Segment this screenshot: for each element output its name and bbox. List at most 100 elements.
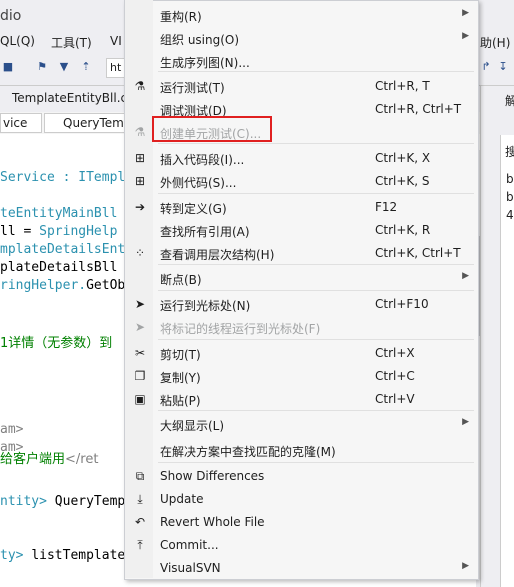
menu-item-shortcut: Ctrl+C [375,369,415,383]
window-title: dio [0,8,22,24]
menu-item-shortcut: F12 [375,200,398,214]
solution-explorer-tab[interactable]: 解 [505,92,514,109]
menu-item-label: 复制(Y) [160,371,201,385]
menu-item-shortcut: Ctrl+K, X [375,151,431,165]
menu-item-label: 断点(B) [160,273,202,287]
context-menu-item[interactable]: ⊞ 插入代码段(I)... Ctrl+K, X [125,146,477,169]
run-flagged-threads-icon: ➤ [134,320,146,334]
run-to-cursor-icon: ➤ [134,297,146,311]
menu-item-label: 查看调用层次结构(H) [160,248,275,262]
menu-item-label: 将标记的线程运行到光标处(F) [160,322,321,336]
menu-item-label: 查找所有引用(A) [160,225,250,239]
menu-separator [158,143,474,144]
menu-item-shortcut: Ctrl+X [375,346,415,360]
context-menu-item[interactable]: ✂ 剪切(T) Ctrl+X [125,341,477,364]
menu-separator [158,339,474,340]
menu-item-label: 生成序列图(N)... [160,56,250,70]
menu-item-label: 转到定义(G) [160,202,227,216]
update-icon: ⤓ [137,492,143,506]
context-menu-item[interactable]: ⤓ Update [125,487,477,510]
solution-explorer-search[interactable]: 搜 [505,143,514,160]
attach-icon[interactable]: ⚑ [36,61,48,73]
run-tests-icon: ⚗ [134,79,146,93]
menu-item-shortcut: Ctrl+F10 [375,297,429,311]
menu-item-shortcut: Ctrl+K, Ctrl+T [375,246,461,260]
bookmark-icon[interactable]: ▼ [58,61,70,73]
code-line: ntity> QueryTemp [0,494,126,509]
menu-item-shortcut: Ctrl+R, Ctrl+T [375,102,462,116]
code-line: Service : ITempl [0,170,126,185]
menu-sql[interactable]: QL(Q) [0,34,35,48]
commit-icon: ⤒ [137,538,143,552]
arrow-icon[interactable]: ↧ [497,61,509,73]
menu-item-label: Show Differences [160,469,265,483]
code-line: 给客户端用</ret [0,452,99,467]
context-menu-item[interactable]: 断点(B) ▶ [125,266,477,289]
context-menu-item[interactable]: ➤ 运行到光标处(N) Ctrl+F10 [125,292,477,315]
go-to-definition-icon: ➔ [134,200,146,214]
menu-item-label: 重构(R) [160,10,202,24]
menu-item-label: Update [160,492,204,506]
menu-item-shortcut: Ctrl+K, R [375,223,431,237]
code-line: teEntityMainBll [0,206,118,221]
context-menu-item[interactable]: ➔ 转到定义(G) F12 [125,195,477,218]
menu-vi[interactable]: VI [110,34,122,48]
menu-item-shortcut: Ctrl+V [375,392,415,406]
context-menu-item[interactable]: 查找所有引用(A) Ctrl+K, R [125,218,477,241]
submenu-arrow-icon: ▶ [462,31,469,41]
menu-item-label: 插入代码段(I)... [160,153,245,167]
submenu-arrow-icon: ▶ [462,417,469,427]
type-dropdown[interactable]: vice [0,113,42,133]
menu-separator [158,290,474,291]
menu-item-label: 运行到光标处(N) [160,299,251,313]
context-menu-item[interactable]: 生成序列图(N)... [125,49,477,72]
context-menu-item[interactable]: ↶ Revert Whole File [125,510,477,533]
menu-tools[interactable]: 工具(T) [51,34,92,51]
code-line: ringHelper.GetOb [0,278,126,293]
context-menu-item[interactable]: ⧉ Show Differences [125,464,477,487]
redo-icon[interactable]: ↱ [480,61,492,73]
scissors-icon: ✂ [134,346,146,360]
menu-separator [158,71,474,72]
call-hierarchy-icon: ⁘ [134,246,146,260]
code-line: ty> listTemplate [0,548,126,563]
copy-icon: ❐ [134,369,146,383]
tree-item[interactable]: 4 [506,208,514,222]
menu-separator [158,264,474,265]
context-menu-item[interactable]: ▣ 粘贴(P) Ctrl+V [125,387,477,410]
context-menu-item[interactable]: ⤒ Commit... [125,533,477,556]
submenu-arrow-icon: ▶ [462,8,469,18]
submenu-arrow-icon: ▶ [462,561,469,571]
menu-help[interactable]: 助(H) [480,34,510,51]
context-menu-item[interactable]: 组织 using(O) ▶ [125,26,477,49]
surround-with-icon: ⊞ [134,174,146,188]
document-tab[interactable]: TemplateEntityBll.c [0,88,139,111]
menu-separator [158,410,474,411]
revert-icon: ↶ [134,515,146,529]
menu-separator [158,462,474,463]
context-menu-item[interactable]: 大纲显示(L) ▶ [125,412,477,435]
tree-item[interactable]: b [506,172,514,186]
context-menu-item[interactable]: ⁘ 查看调用层次结构(H) Ctrl+K, Ctrl+T [125,241,477,264]
menu-item-label: 剪切(T) [160,348,201,362]
menu-separator [158,193,474,194]
show-differences-icon: ⧉ [135,469,145,483]
context-menu-item[interactable]: 在解决方案中查找匹配的克隆(M) [125,438,477,461]
context-menu-item[interactable]: ⊞ 外侧代码(S)... Ctrl+K, S [125,169,477,192]
context-menu-item[interactable]: 重构(R) ▶ [125,3,477,26]
context-menu-item[interactable]: ❐ 复制(Y) Ctrl+C [125,364,477,387]
code-line: plateDetailsBll [0,260,118,275]
code-line: mplateDetailsEnt [0,242,126,257]
toolbar-icon[interactable]: ■ [2,61,14,73]
submenu-arrow-icon: ▶ [462,271,469,281]
menu-item-label: Revert Whole File [160,515,265,529]
menu-item-label: 大纲显示(L) [160,419,225,433]
code-line: 1详情（无参数）到 [0,336,113,351]
menu-item-label: 组织 using(O) [160,33,240,47]
menu-item-label: VisualSVN [160,561,221,575]
context-menu-item[interactable]: ⚗ 运行测试(T) Ctrl+R, T [125,74,477,97]
menu-item-shortcut: Ctrl+R, T [375,79,430,93]
tree-item[interactable]: b [506,190,514,204]
context-menu-item[interactable]: VisualSVN ▶ [125,556,477,579]
upload-icon[interactable]: ⇡ [80,61,92,73]
